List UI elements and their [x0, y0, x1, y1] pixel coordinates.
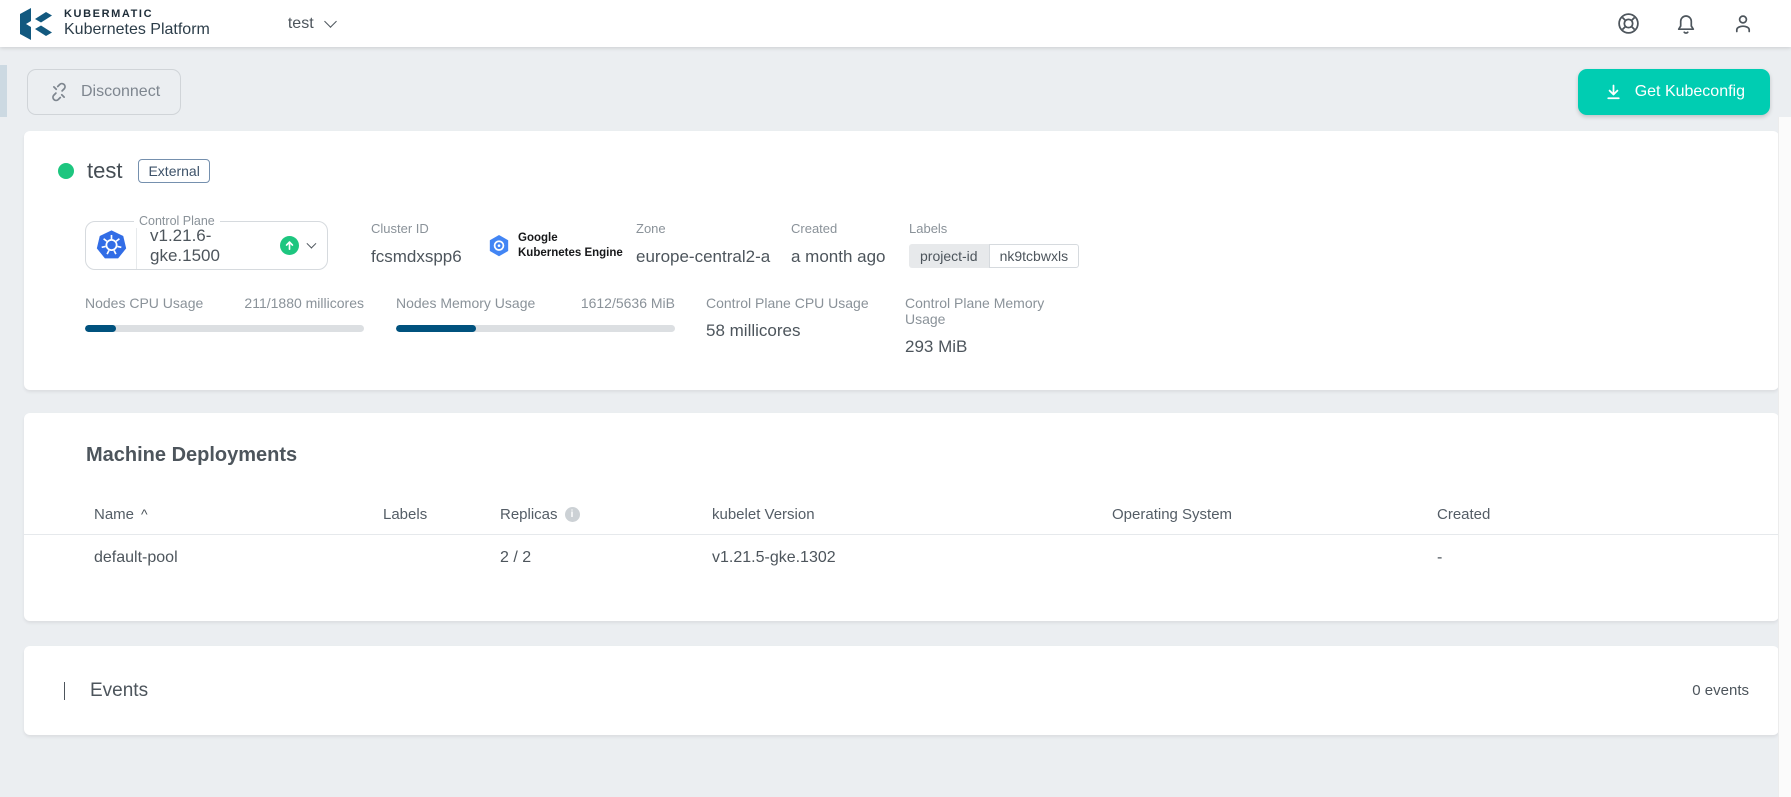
deployment-replicas: 2 / 2 [500, 549, 712, 567]
label-chip: project-id nk9tcbwxls [909, 244, 1079, 268]
disconnect-label: Disconnect [81, 83, 160, 101]
cluster-type-badge: External [138, 159, 209, 183]
provider-name-line2: Kubernetes Engine [518, 246, 623, 260]
machine-deployments-card: Machine Deployments Name ^ Labels Replic… [24, 413, 1779, 621]
disconnect-button[interactable]: Disconnect [27, 69, 181, 115]
side-accent-bar [0, 65, 7, 117]
column-created[interactable]: Created [1437, 506, 1779, 523]
control-plane-memory-usage: Control Plane Memory Usage 293 MiB [905, 295, 1073, 357]
download-icon [1603, 82, 1624, 103]
provider-logo: Google Kubernetes Engine [488, 231, 636, 260]
labels-label: Labels [909, 221, 1079, 236]
replicas-info-icon[interactable]: i [565, 507, 580, 522]
label-chip-value: nk9tcbwxls [989, 244, 1079, 268]
cluster-toolbar: Disconnect Get Kubeconfig [0, 47, 1791, 117]
column-replicas[interactable]: Replicas [500, 506, 558, 523]
kubermatic-logo-icon [18, 5, 54, 43]
user-account-icon[interactable] [1731, 12, 1755, 36]
cp-memory-usage-label: Control Plane Memory Usage [905, 295, 1073, 327]
machine-deployments-title: Machine Deployments [24, 444, 1779, 467]
cluster-id-value: fcsmdxspp6 [371, 247, 488, 267]
deployment-name: default-pool [94, 549, 383, 567]
notifications-bell-icon[interactable] [1674, 12, 1698, 36]
chevron-down-icon [324, 15, 337, 28]
nodes-cpu-usage: Nodes CPU Usage 211/1880 millicores [85, 295, 364, 357]
get-kubeconfig-label: Get Kubeconfig [1635, 83, 1745, 101]
brand-subtitle: Kubernetes Platform [64, 21, 210, 39]
project-selector-label: test [288, 15, 314, 33]
control-plane-version: v1.21.6-gke.1500 [150, 226, 271, 266]
cluster-summary-card: test External Control Plane [24, 131, 1779, 390]
events-card: Events 0 events [24, 646, 1779, 735]
get-kubeconfig-button[interactable]: Get Kubeconfig [1578, 69, 1770, 115]
unlink-icon [48, 81, 70, 103]
cp-memory-usage-value: 293 MiB [905, 337, 1073, 357]
gke-logo-icon [488, 234, 510, 258]
page-scrollbar[interactable] [1778, 117, 1791, 797]
deployment-kubelet-version: v1.21.5-gke.1302 [712, 549, 1112, 567]
nodes-memory-progress-bar [396, 325, 675, 332]
help-icon[interactable] [1616, 11, 1641, 36]
nodes-memory-usage-label: Nodes Memory Usage [396, 295, 535, 311]
sort-ascending-icon[interactable]: ^ [141, 506, 148, 522]
machine-deployments-table-header: Name ^ Labels Replicas i kubelet Version… [24, 494, 1779, 535]
brand-name: KUBERMATIC [64, 8, 210, 20]
chevron-down-icon [64, 682, 65, 700]
cluster-health-dot [58, 163, 74, 179]
control-plane-label: Control Plane [134, 214, 220, 228]
cp-cpu-usage-value: 58 millicores [706, 321, 874, 341]
control-plane-version-select[interactable]: Control Plane [85, 221, 328, 270]
nodes-cpu-usage-value: 211/1880 millicores [244, 295, 364, 311]
nodes-memory-usage-value: 1612/5636 MiB [581, 295, 675, 311]
cp-cpu-usage-label: Control Plane CPU Usage [706, 295, 874, 311]
nodes-cpu-usage-label: Nodes CPU Usage [85, 295, 203, 311]
events-count: 0 events [1692, 682, 1749, 699]
upgrade-available-icon[interactable] [280, 236, 299, 255]
events-title: Events [90, 680, 148, 702]
zone-label: Zone [636, 221, 791, 236]
zone-value: europe-central2-a [636, 247, 791, 267]
created-value: a month ago [791, 247, 909, 267]
project-selector[interactable]: test [288, 15, 335, 33]
events-expand-button[interactable] [64, 682, 65, 700]
kubernetes-logo-icon [86, 222, 137, 269]
column-kubelet-version[interactable]: kubelet Version [712, 506, 1112, 523]
nodes-cpu-progress-bar [85, 325, 364, 332]
label-chip-key: project-id [909, 244, 989, 268]
created-label: Created [791, 221, 909, 236]
chevron-down-icon [307, 239, 317, 249]
top-nav: KUBERMATIC Kubernetes Platform test [0, 0, 1791, 47]
cluster-name: test [87, 158, 122, 184]
machine-deployment-row[interactable]: default-pool 2 / 2 v1.21.5-gke.1302 - [24, 535, 1779, 581]
column-operating-system[interactable]: Operating System [1112, 506, 1437, 523]
cluster-id-label: Cluster ID [371, 221, 488, 236]
nodes-memory-progress-fill [396, 325, 476, 332]
brand[interactable]: KUBERMATIC Kubernetes Platform [18, 5, 210, 43]
column-labels[interactable]: Labels [383, 506, 500, 523]
deployment-created: - [1437, 549, 1779, 567]
nodes-cpu-progress-fill [85, 325, 116, 332]
control-plane-cpu-usage: Control Plane CPU Usage 58 millicores [706, 295, 874, 357]
column-name[interactable]: Name [94, 506, 134, 523]
provider-name-line1: Google [518, 231, 623, 245]
nodes-memory-usage: Nodes Memory Usage 1612/5636 MiB [396, 295, 675, 357]
